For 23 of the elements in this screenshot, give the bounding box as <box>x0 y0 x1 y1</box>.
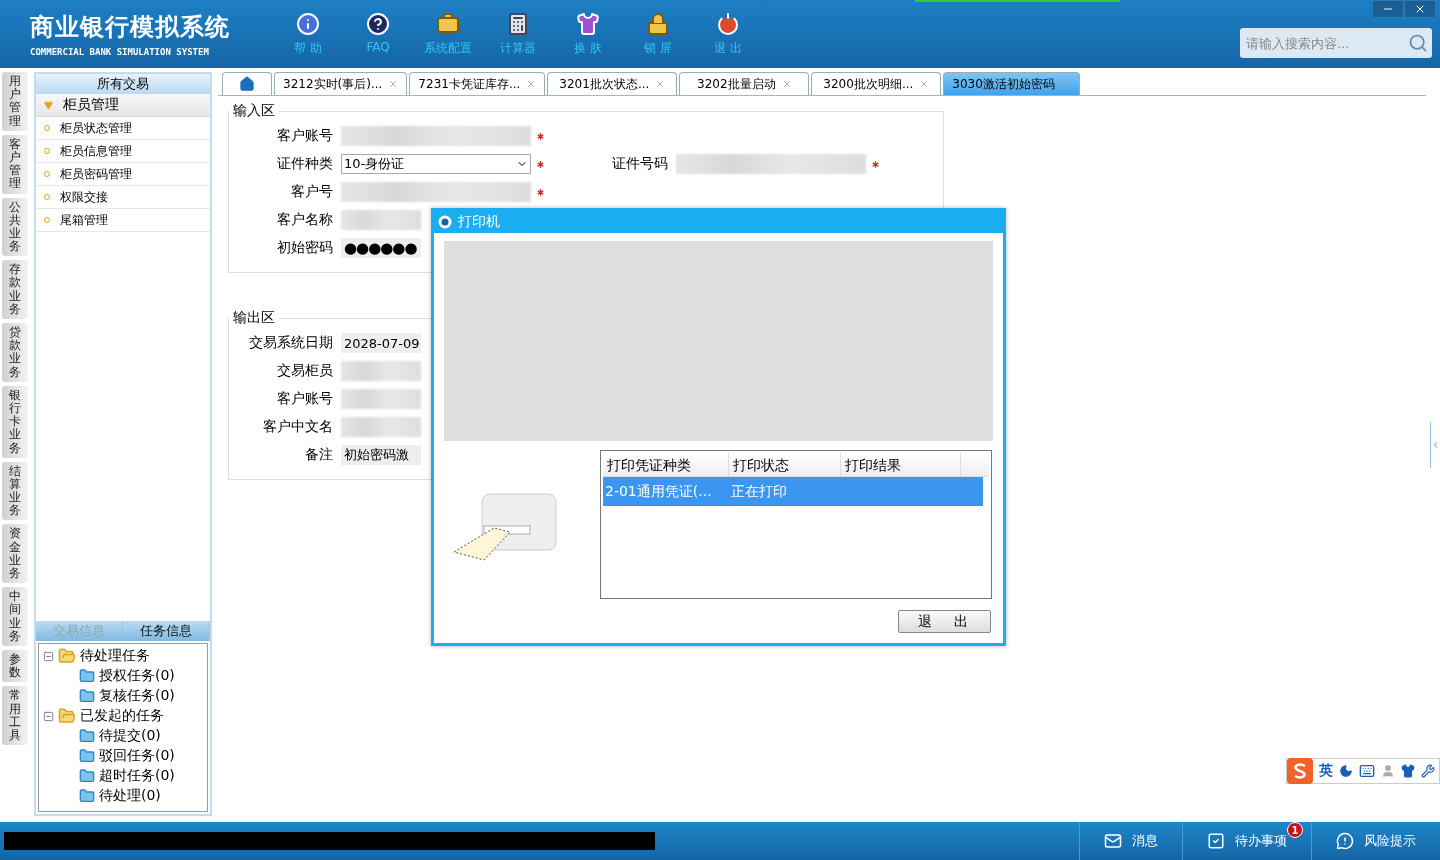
field-label: 初始密码 <box>276 239 334 257</box>
field-label: 客户名称 <box>276 211 334 229</box>
field-label: 客户账号 <box>276 390 334 408</box>
field-label: 客户号 <box>290 183 334 201</box>
field-label: 证件号码 <box>611 155 669 173</box>
count-badge: 1 <box>1287 822 1303 838</box>
app-title: 商业银行模拟系统 <box>30 12 231 43</box>
field-label: 交易柜员 <box>276 362 334 380</box>
output-field: 2028-07-09 <box>341 333 421 353</box>
field-label: 客户账号 <box>276 127 334 145</box>
column-header: 打印凭证种类 <box>603 453 729 476</box>
field-label: 备注 <box>304 446 334 464</box>
column-header: 打印结果 <box>841 453 961 476</box>
section-title: 输入区 <box>232 102 276 120</box>
section-title: 输出区 <box>232 309 276 327</box>
sidebar-title: 所有交易 <box>36 74 210 94</box>
output-field: 初始密码激 <box>341 445 421 465</box>
field-label: 证件种类 <box>276 155 334 173</box>
dialog-title: 打印机 <box>434 211 1003 233</box>
field-label: 客户中文名 <box>262 418 334 436</box>
app-subtitle: COMMERCIAL BANK SIMULATION SYSTEM <box>30 47 210 57</box>
field-label: 交易系统日期 <box>248 334 334 352</box>
column-header: 打印状态 <box>729 453 841 476</box>
